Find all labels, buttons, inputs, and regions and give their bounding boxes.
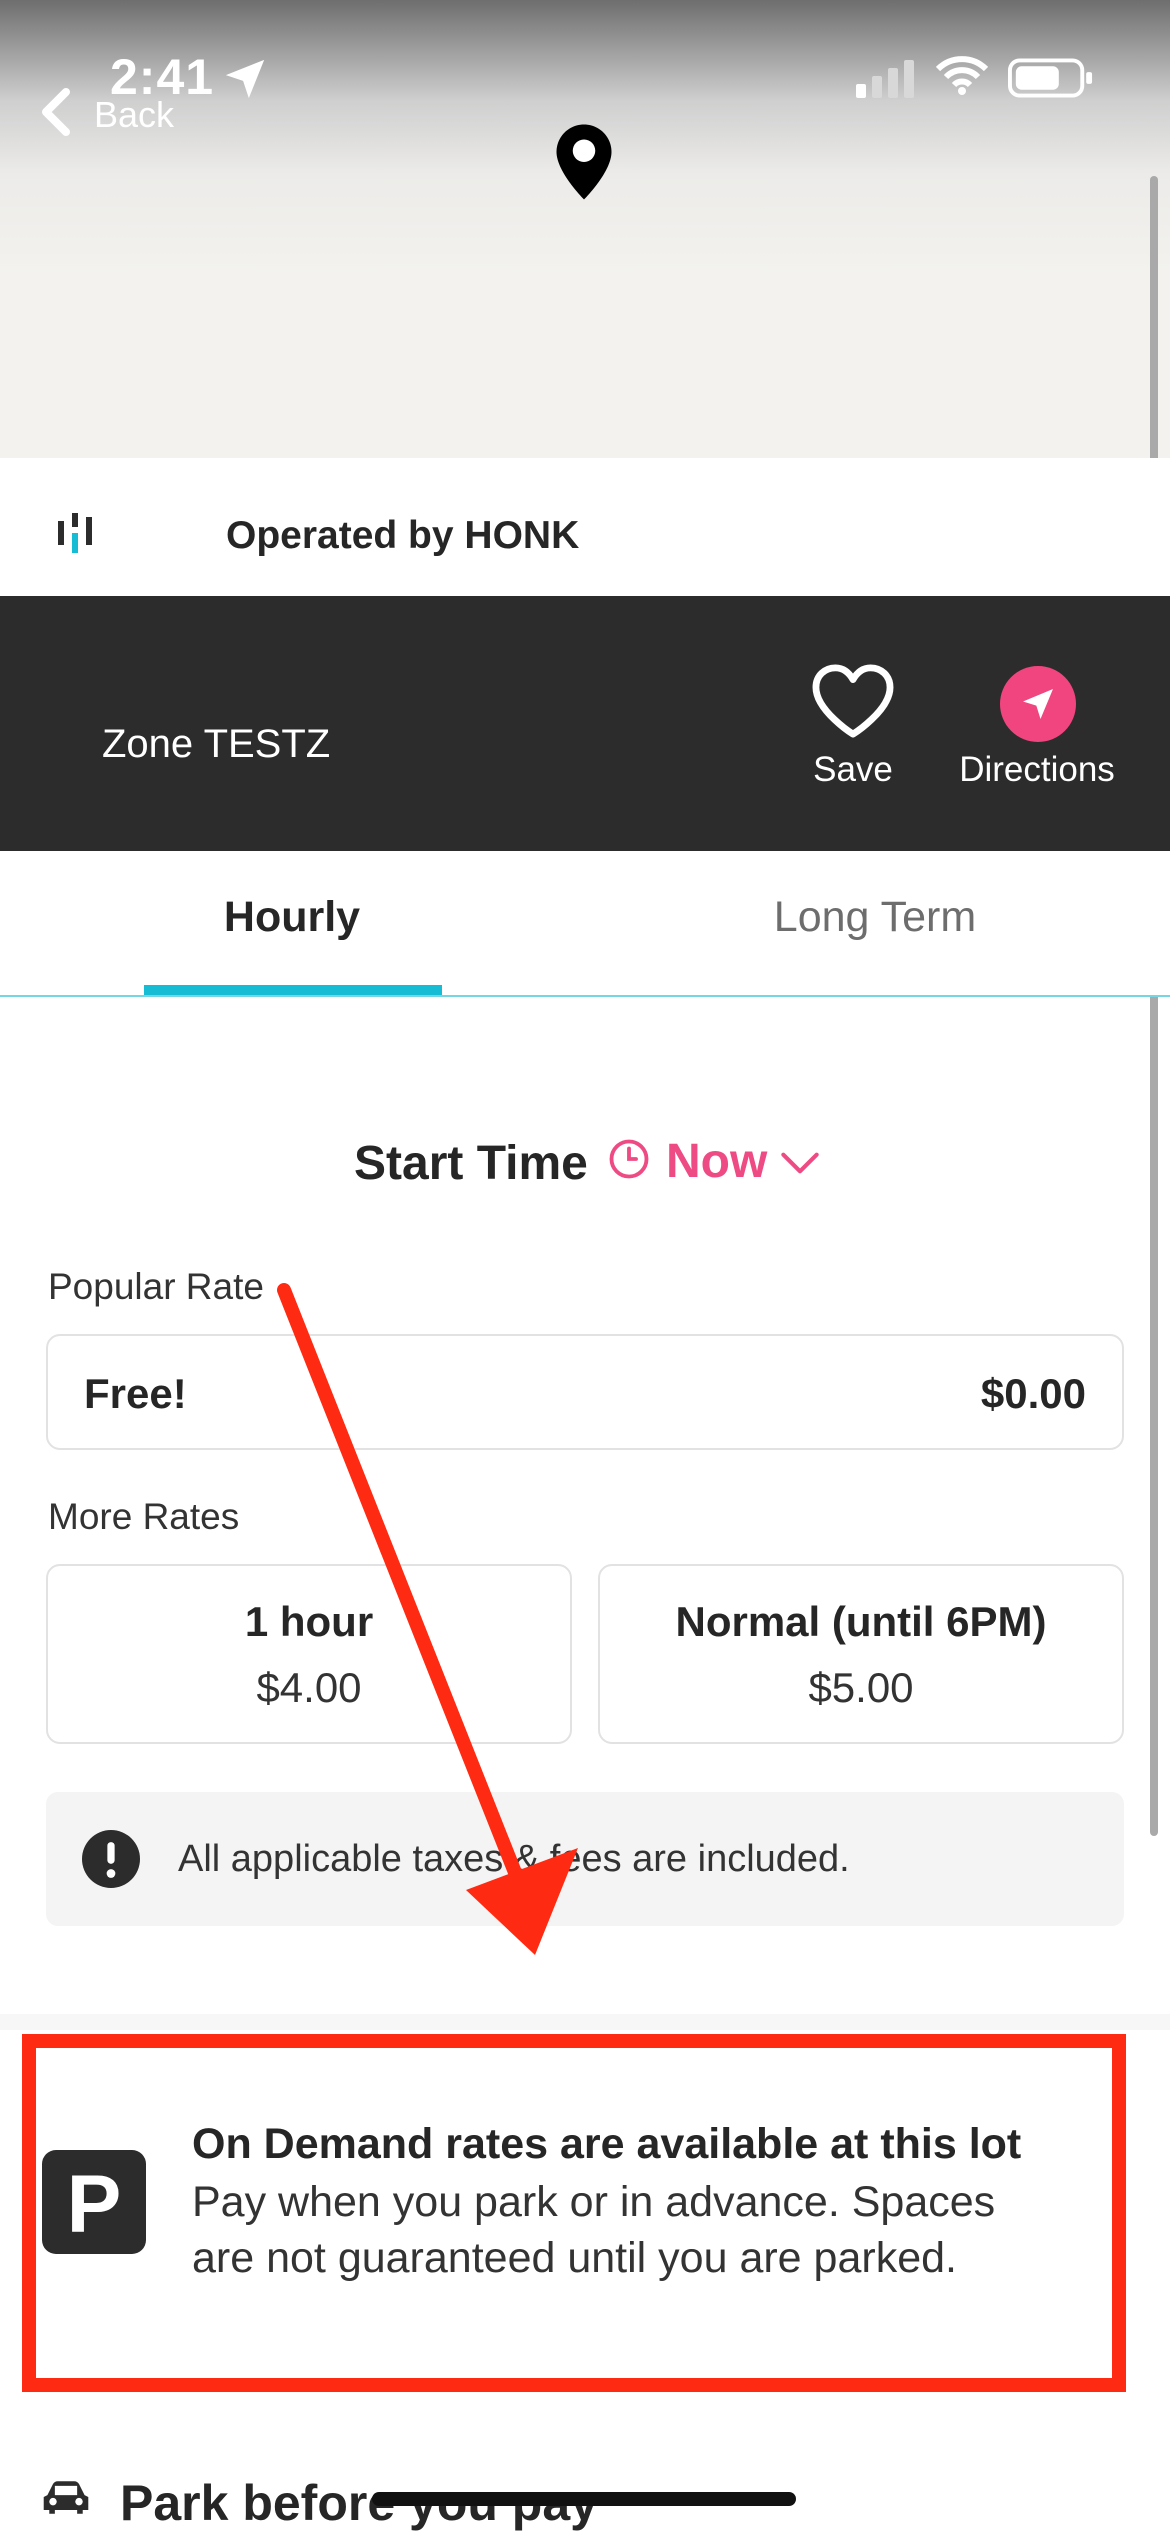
more-rates-label: More Rates [48,1496,240,1537]
rate-price: $5.00 [808,1664,914,1711]
heart-icon [812,664,894,738]
rate-name: 1 hour [244,1598,374,1645]
on-demand-title: On Demand rates are available at this lo… [192,2120,1022,2168]
rate-price: $4.00 [256,1664,362,1711]
back-chevron-icon[interactable] [36,86,76,138]
directions-label: Directions [959,750,1115,789]
popular-rate-price: $0.00 [980,1370,1086,1417]
back-button[interactable]: Back [94,94,174,136]
parking-icon: P [42,2150,146,2254]
popular-rate-label: Popular Rate [48,1266,264,1307]
rate-name: Normal (until 6PM) [675,1598,1047,1645]
tax-note-box: All applicable taxes & fees are included… [46,1792,1124,1926]
directions-circle [1000,666,1076,742]
scrollbar[interactable] [1150,176,1158,1836]
honk-logo-icon [58,513,92,553]
exclamation-icon [82,1830,140,1888]
car-icon [43,2481,89,2514]
rate-card-normal[interactable]: Normal (until 6PM) $5.00 [598,1564,1124,1744]
rate-card-1-hour[interactable]: 1 hour $4.00 [46,1564,572,1744]
rate-tabs: Hourly Long Term [0,851,1170,997]
start-time-label: Start Time [354,1137,588,1190]
operator-text: Operated by HONK [226,514,580,557]
battery-icon [1008,58,1093,98]
tab-long-term[interactable]: Long Term [730,893,1020,942]
home-indicator[interactable] [372,2492,796,2506]
on-demand-line-1: Pay when you park or in advance. Spaces [192,2178,996,2226]
save-label: Save [813,750,893,789]
section-divider [0,2014,1170,2030]
popular-rate-card[interactable]: Free! $0.00 [46,1334,1124,1450]
save-button[interactable]: Save [800,656,906,796]
chevron-down-icon[interactable] [780,1150,820,1176]
on-demand-line-2: are not guaranteed until you are parked. [192,2234,957,2282]
popular-rate-name: Free! [84,1370,187,1417]
navigation-icon [1023,689,1053,719]
active-tab-indicator [144,985,442,995]
start-time-value[interactable]: Now [666,1134,767,1189]
signal-icon [856,60,914,98]
zone-name: Zone TESTZ [102,722,331,766]
operator-row [0,458,1170,596]
wifi-icon [936,56,988,95]
location-arrow-icon [225,59,265,99]
tab-hourly[interactable]: Hourly [144,893,440,942]
clock-icon[interactable] [608,1138,650,1180]
map-pin-icon[interactable] [554,122,614,202]
directions-button[interactable]: Directions [944,656,1130,796]
tax-note-text: All applicable taxes & fees are included… [178,1838,850,1880]
start-time-row: Start Time Now [0,1130,1170,1200]
